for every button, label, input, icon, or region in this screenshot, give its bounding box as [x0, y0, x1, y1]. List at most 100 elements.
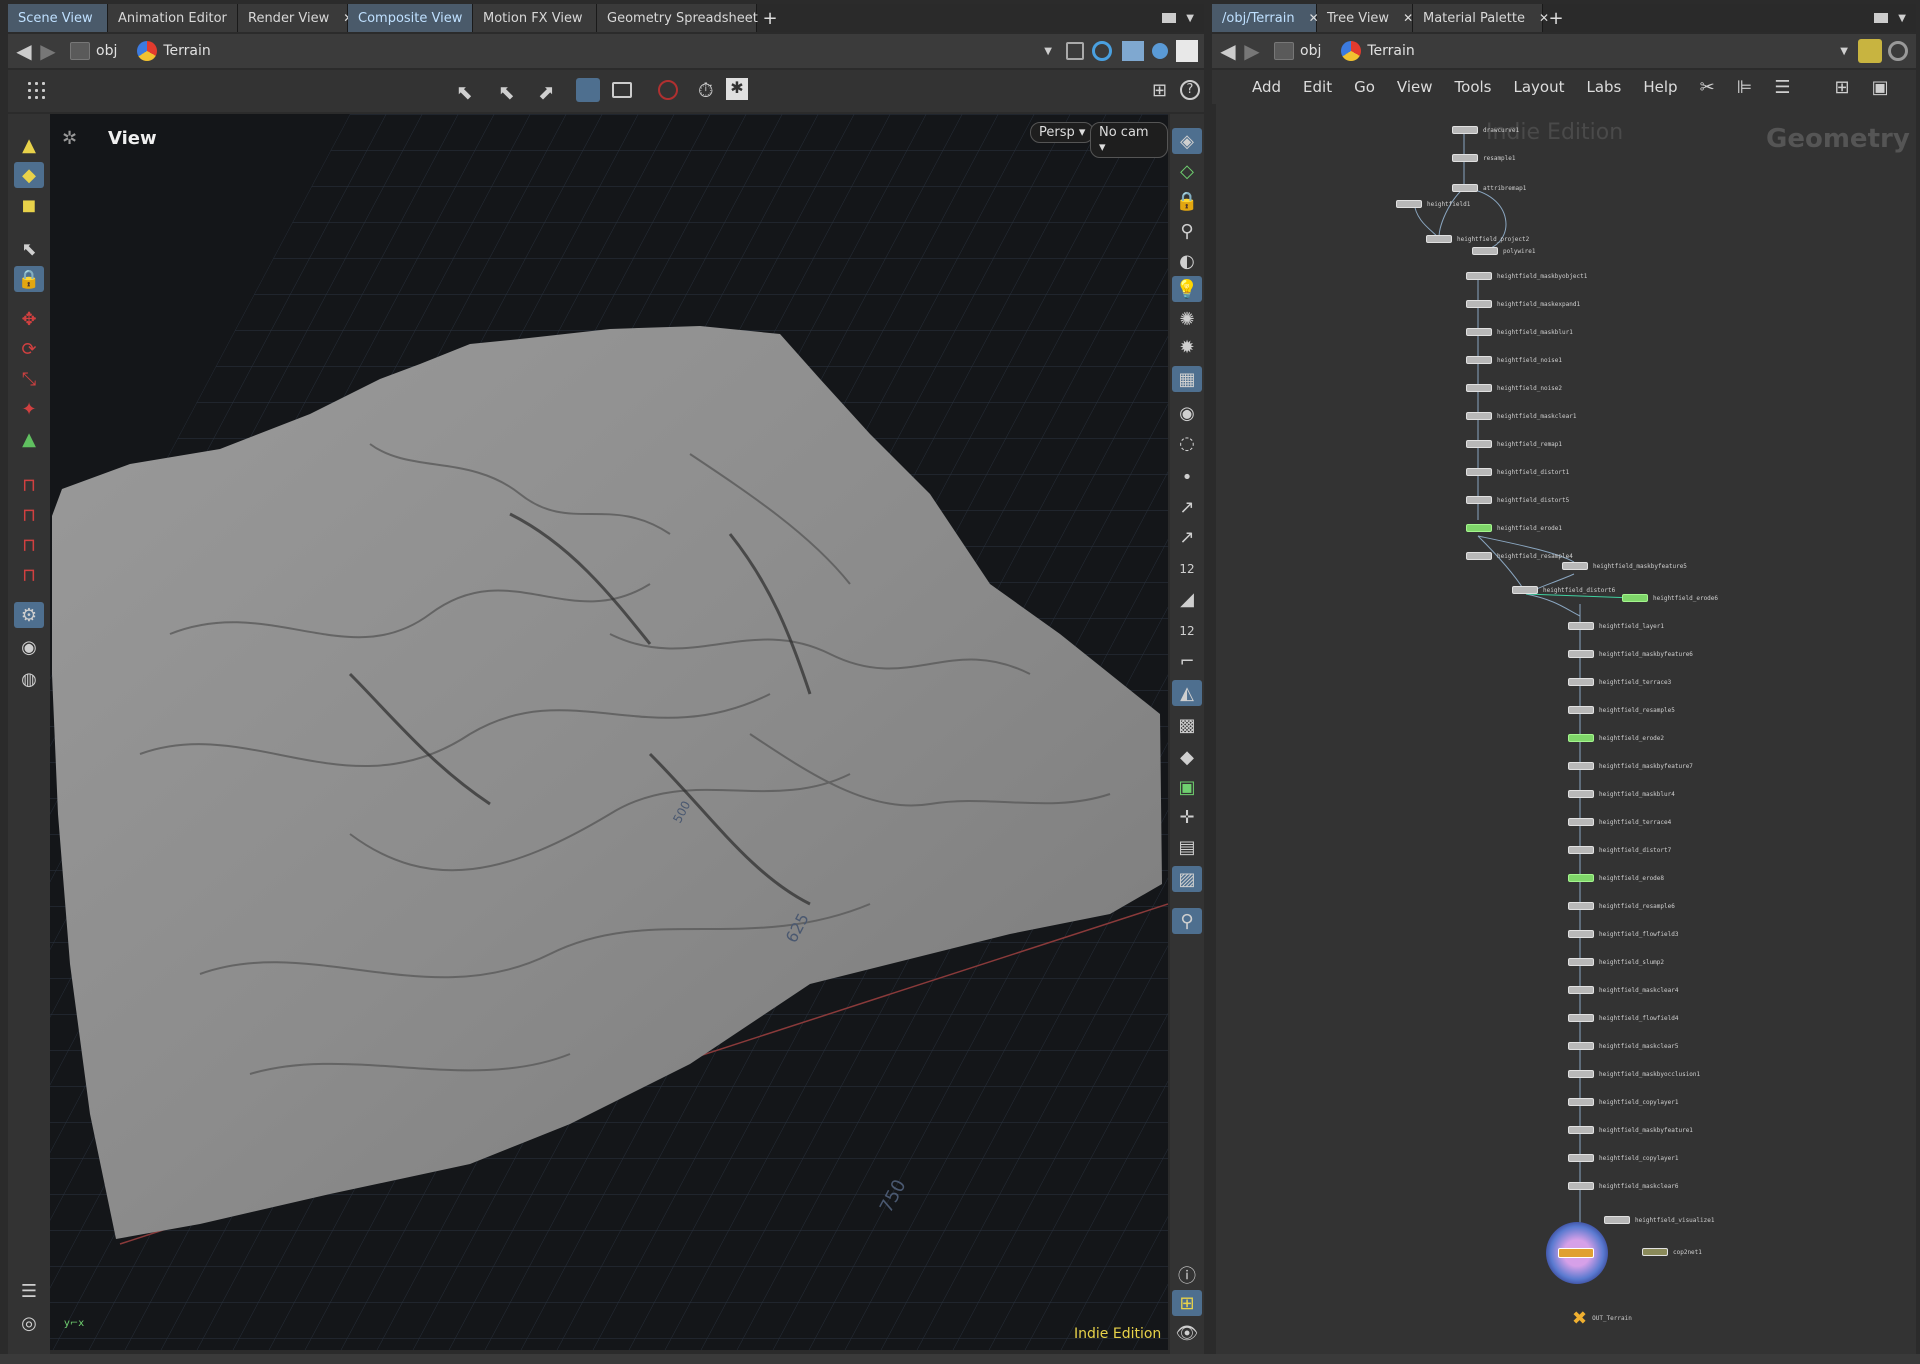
- tab-motion-fx-view[interactable]: Motion FX View✕: [473, 4, 607, 32]
- node-network[interactable]: Indie Edition Geometry drawcurve1 resamp…: [1216, 104, 1916, 1354]
- display-geo-icon[interactable]: ◇: [1172, 158, 1202, 184]
- help-icon[interactable]: ?: [1180, 80, 1200, 100]
- light-icon[interactable]: ✺: [1172, 306, 1202, 332]
- link-icon[interactable]: [1888, 41, 1908, 61]
- node-heightfield-maskclear5[interactable]: heightfield_maskclear5: [1568, 1042, 1678, 1050]
- menu-view[interactable]: View: [1397, 78, 1433, 96]
- point-icon[interactable]: •: [1172, 464, 1202, 490]
- node-box[interactable]: [1426, 235, 1452, 243]
- node-heightfield-maskbyfeature5[interactable]: heightfield_maskbyfeature5: [1562, 562, 1687, 570]
- node-heightfield-terrace4[interactable]: heightfield_terrace4: [1568, 818, 1671, 826]
- node-heightfield-erode2[interactable]: heightfield_erode2: [1568, 734, 1664, 742]
- node-box[interactable]: [1604, 1216, 1630, 1224]
- snap-grid-icon[interactable]: ⊓: [14, 472, 44, 498]
- render-settings-icon[interactable]: ✱: [726, 78, 748, 100]
- display-layers-icon[interactable]: ◈: [1172, 128, 1202, 154]
- node-box[interactable]: [1466, 440, 1492, 448]
- grid-dots-icon[interactable]: [26, 80, 46, 100]
- handle-tool-icon[interactable]: ▲: [14, 132, 44, 158]
- primitive-icon[interactable]: ◢: [1172, 586, 1202, 612]
- node-box[interactable]: [1568, 1070, 1594, 1078]
- bound-box-icon[interactable]: ▣: [1172, 774, 1202, 800]
- wrench-icon[interactable]: ✂: [1700, 77, 1715, 98]
- ghost-icon[interactable]: ⚲: [1172, 218, 1202, 244]
- node-heightfield-flowfield3[interactable]: heightfield_flowfield3: [1568, 930, 1678, 938]
- back-arrow-icon[interactable]: ◀: [1216, 39, 1240, 63]
- node-cop2net1[interactable]: cop2net1: [1642, 1248, 1702, 1256]
- persp-icon[interactable]: ◉: [14, 634, 44, 660]
- node-box[interactable]: [1568, 930, 1594, 938]
- snap-point-icon[interactable]: ⊓: [14, 532, 44, 558]
- snap-curve-icon[interactable]: ⊓: [14, 502, 44, 528]
- node-attribremap1[interactable]: attribremap1: [1452, 184, 1526, 192]
- node-heightfield-layer1[interactable]: heightfield_layer1: [1568, 622, 1664, 630]
- node-box[interactable]: [1642, 1248, 1668, 1256]
- node-box[interactable]: [1568, 1154, 1594, 1162]
- node-heightfield-maskclear6[interactable]: heightfield_maskclear6: [1568, 1182, 1678, 1190]
- visible-eye-icon[interactable]: 👁: [1172, 1320, 1202, 1346]
- tab-geometry-spreadsheet[interactable]: Geometry Spreadsheet: [597, 4, 758, 32]
- menu-tools[interactable]: Tools: [1455, 78, 1492, 96]
- camera-tool-icon[interactable]: [576, 78, 600, 102]
- eye-icon[interactable]: ◌: [1172, 430, 1202, 456]
- node-box[interactable]: [1568, 650, 1594, 658]
- background-image-icon[interactable]: ▨: [1172, 866, 1202, 892]
- node-box[interactable]: [1562, 562, 1588, 570]
- lighting-icon[interactable]: ◍: [14, 666, 44, 692]
- node-heightfield-maskclear1[interactable]: heightfield_maskclear1: [1466, 412, 1576, 420]
- camera-menu-button[interactable]: No cam ▾: [1090, 122, 1168, 158]
- visibility-icon[interactable]: ◉: [1172, 400, 1202, 426]
- view-tool-icon[interactable]: ⬈: [538, 80, 555, 104]
- node-heightfield-maskbyocclusion1[interactable]: heightfield_maskbyocclusion1: [1568, 1070, 1700, 1078]
- display-node[interactable]: [1558, 1248, 1594, 1258]
- node-heightfield-maskclear4[interactable]: heightfield_maskclear4: [1568, 986, 1678, 994]
- node-heightfield-flowfield4[interactable]: heightfield_flowfield4: [1568, 1014, 1678, 1022]
- node-heightfield-resample6[interactable]: heightfield_resample6: [1568, 902, 1675, 910]
- add-tab-icon[interactable]: +: [757, 4, 783, 32]
- node-heightfield-slump2[interactable]: heightfield_slump2: [1568, 958, 1664, 966]
- forward-arrow-icon[interactable]: ▶: [1240, 39, 1264, 63]
- node-heightfield1[interactable]: heightfield1: [1396, 200, 1470, 208]
- light-ambient-icon[interactable]: ✹: [1172, 334, 1202, 360]
- node-heightfield-maskbyfeature1[interactable]: heightfield_maskbyfeature1: [1568, 1126, 1693, 1134]
- node-out-terrain[interactable]: ✖ OUT_Terrain: [1572, 1308, 1632, 1329]
- headlight-icon[interactable]: ◐: [1172, 248, 1202, 274]
- node-heightfield-maskbyobject1[interactable]: heightfield_maskbyobject1: [1466, 272, 1587, 280]
- group-icon[interactable]: ⚙: [14, 602, 44, 628]
- view-gear-icon[interactable]: ✲: [62, 128, 77, 149]
- pin-network-icon[interactable]: [1858, 39, 1882, 63]
- vertex-normal-icon[interactable]: ↗: [1172, 524, 1202, 550]
- diamond-icon[interactable]: ◆: [1172, 744, 1202, 770]
- path-dropdown-icon[interactable]: ▼: [1044, 46, 1052, 57]
- node-heightfield-maskblur4[interactable]: heightfield_maskblur4: [1568, 790, 1675, 798]
- node-box[interactable]: [1466, 300, 1492, 308]
- pane-menu-icon[interactable]: [1162, 13, 1177, 23]
- node-heightfield-resample4[interactable]: heightfield_resample4: [1466, 552, 1573, 560]
- node-box[interactable]: [1568, 762, 1594, 770]
- node-box[interactable]: [1568, 1098, 1594, 1106]
- node-box[interactable]: [1452, 184, 1478, 192]
- layout-icon[interactable]: ⊞: [1152, 80, 1167, 101]
- move-tool-icon[interactable]: ✥: [14, 306, 44, 332]
- menu-layout[interactable]: Layout: [1513, 78, 1564, 96]
- shading-sphere-icon[interactable]: [1152, 43, 1168, 59]
- path-dropdown-icon[interactable]: ▼: [1840, 46, 1848, 57]
- node-resample1[interactable]: resample1: [1452, 154, 1516, 162]
- close-icon[interactable]: ✕: [1403, 11, 1413, 25]
- node-box[interactable]: [1568, 958, 1594, 966]
- node-box[interactable]: [1512, 586, 1538, 594]
- node-heightfield-maskblur1[interactable]: heightfield_maskblur1: [1466, 328, 1573, 336]
- tab-render-view[interactable]: Render View✕: [238, 4, 353, 32]
- node-heightfield-distort7[interactable]: heightfield_distort7: [1568, 846, 1671, 854]
- node-polywire1[interactable]: polywire1: [1472, 247, 1536, 255]
- flipbook-icon[interactable]: ⏱: [698, 78, 714, 102]
- display-cube-icon[interactable]: [1122, 41, 1144, 61]
- node-heightfield-maskexpand1[interactable]: heightfield_maskexpand1: [1466, 300, 1580, 308]
- menu-labs[interactable]: Labs: [1586, 78, 1621, 96]
- breadcrumb[interactable]: obj Terrain: [70, 41, 211, 61]
- node-heightfield-copylayer1[interactable]: heightfield_copylayer1: [1568, 1098, 1678, 1106]
- chevron-down-icon[interactable]: ▼: [1186, 13, 1194, 24]
- checker-icon[interactable]: ▩: [1172, 712, 1202, 738]
- display-options-icon[interactable]: ◎: [14, 1310, 44, 1336]
- info-icon[interactable]: ⓘ: [1172, 1262, 1202, 1288]
